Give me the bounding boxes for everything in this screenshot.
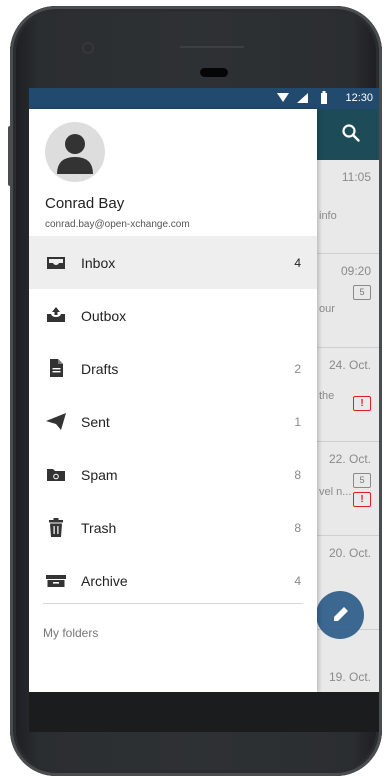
mail-snippet: vel n...	[319, 486, 352, 498]
folder-count: 8	[294, 468, 301, 482]
folder-label: Trash	[81, 520, 117, 536]
search-icon[interactable]	[341, 123, 361, 143]
sensor-line	[180, 46, 244, 48]
mail-date: 11:05	[341, 170, 371, 184]
sent-icon	[46, 413, 66, 430]
folder-item-spam[interactable]: Spam 8	[29, 448, 317, 501]
drafts-icon	[50, 359, 63, 377]
spam-icon	[47, 469, 65, 481]
outbox-icon	[47, 307, 65, 322]
status-bar: 12:30	[29, 88, 379, 109]
navigation-drawer: Conrad Bay conrad.bay@open-xchange.com I…	[29, 109, 317, 692]
mail-date: 22. Oct.	[328, 452, 371, 466]
priority-flag: !	[353, 396, 371, 411]
thread-count-badge: 5	[353, 285, 371, 300]
folder-count: 4	[294, 256, 301, 270]
folder-item-archive[interactable]: Archive 4	[29, 554, 317, 607]
inbox-icon	[47, 257, 65, 269]
my-folders-section[interactable]: My folders	[43, 626, 98, 640]
drawer-divider	[43, 603, 303, 604]
phone-bottom-bezel	[29, 692, 379, 732]
folder-item-inbox[interactable]: Inbox 4	[29, 236, 317, 289]
trash-icon	[49, 518, 63, 537]
mail-date: 20. Oct.	[328, 546, 371, 560]
mail-snippet: our	[319, 303, 335, 315]
mail-date: 19. Oct.	[328, 670, 371, 684]
battery-icon	[321, 91, 327, 104]
folder-label: Sent	[81, 414, 110, 430]
front-camera	[82, 42, 94, 54]
folder-count: 8	[294, 521, 301, 535]
list-item[interactable]: 24. Oct. the !	[317, 348, 379, 442]
archive-icon	[46, 575, 66, 587]
avatar[interactable]	[45, 122, 105, 182]
folder-label: Drafts	[81, 361, 119, 377]
signal-icon	[297, 93, 308, 103]
priority-flag: !	[353, 492, 371, 507]
wifi-icon	[277, 93, 289, 102]
folder-count: 1	[294, 415, 301, 429]
folder-label: Spam	[81, 467, 118, 483]
folder-label: Outbox	[81, 308, 127, 324]
earpiece-speaker	[200, 68, 228, 77]
thread-count-badge: 5	[353, 473, 371, 488]
phone-screen: 12:30 11:05 info 09:20 5 our 24. Oct. th…	[29, 88, 379, 692]
folder-label: Archive	[81, 573, 128, 589]
folder-count: 4	[294, 574, 301, 588]
folder-item-outbox[interactable]: Outbox	[29, 289, 317, 342]
mail-snippet: info	[319, 210, 337, 222]
account-email: conrad.bay@open-xchange.com	[45, 219, 190, 230]
folder-item-drafts[interactable]: Drafts 2	[29, 342, 317, 395]
list-item[interactable]: 09:20 5 our	[317, 254, 379, 348]
compose-button[interactable]	[316, 591, 364, 639]
folder-item-trash[interactable]: Trash 8	[29, 501, 317, 554]
user-icon	[57, 134, 93, 174]
list-item[interactable]: 22. Oct. 5 ! vel n...	[317, 442, 379, 536]
mail-date: 24. Oct.	[328, 358, 371, 372]
volume-button	[8, 126, 12, 186]
status-time: 12:30	[345, 92, 373, 104]
pencil-icon	[334, 607, 348, 621]
mail-snippet: the	[319, 390, 335, 402]
account-name: Conrad Bay	[45, 195, 125, 212]
folder-label: Inbox	[81, 255, 116, 271]
mail-date: 09:20	[340, 264, 371, 278]
list-item[interactable]: 19. Oct.	[317, 630, 379, 692]
folder-item-sent[interactable]: Sent 1	[29, 395, 317, 448]
folder-count: 2	[294, 362, 301, 376]
list-item[interactable]: 11:05 info	[317, 160, 379, 254]
